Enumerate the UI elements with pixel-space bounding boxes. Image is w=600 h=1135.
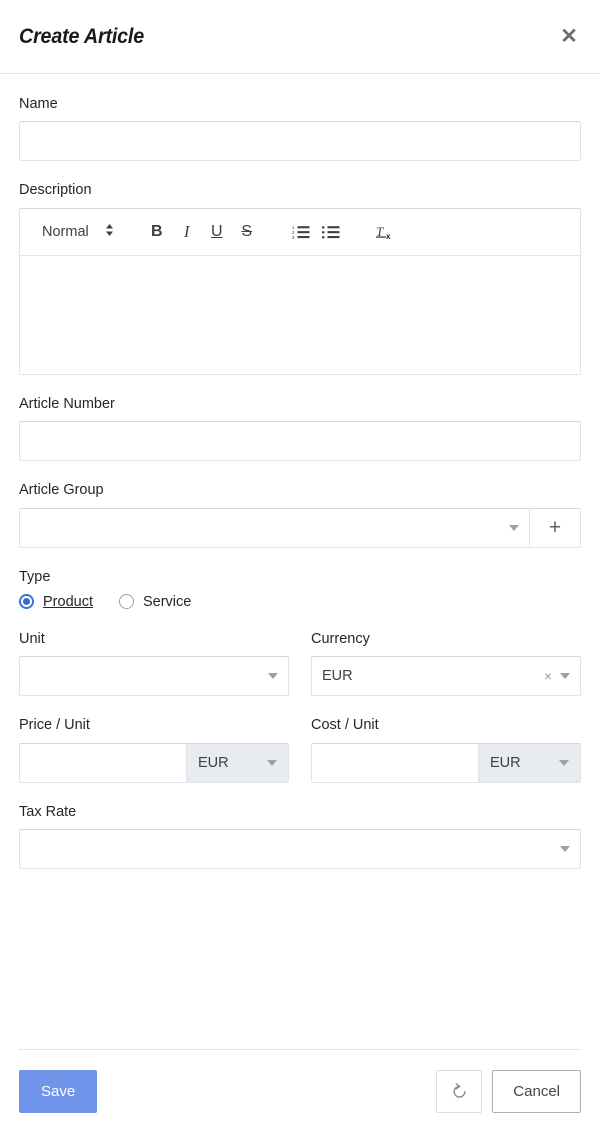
strikethrough-button[interactable]: S	[232, 216, 262, 248]
price-currency-value: EUR	[198, 754, 229, 771]
bold-button[interactable]: B	[142, 216, 172, 248]
field-price-per-unit: Price / Unit EUR	[19, 717, 289, 783]
field-description: Description Normal B I U S 1 2 3 T x	[19, 182, 581, 375]
row-price-cost: Price / Unit EUR Cost / Unit EUR	[19, 717, 581, 783]
svg-text:x: x	[386, 232, 391, 241]
price-per-unit-label: Price / Unit	[19, 717, 90, 734]
type-label: Type	[19, 568, 51, 585]
radio-mark-service	[118, 594, 134, 610]
field-name: Name	[19, 96, 581, 162]
dialog-body: Name Description Normal B I U S 1 2 3 T …	[0, 74, 600, 1041]
radio-label-service: Service	[142, 593, 192, 610]
editor-toolbar: Normal B I U S 1 2 3 T x	[20, 209, 580, 256]
description-editor: Normal B I U S 1 2 3 T x	[19, 207, 581, 375]
svg-text:3: 3	[292, 235, 295, 240]
clear-format-icon[interactable]: T x	[370, 216, 400, 248]
price-input-group: EUR	[19, 742, 289, 783]
currency-select[interactable]: EUR ×	[311, 656, 581, 697]
chevron-down-icon	[509, 524, 519, 531]
radio-option-product[interactable]: Product	[19, 594, 93, 610]
updown-chevron-icon	[105, 223, 114, 241]
field-tax-rate: Tax Rate	[19, 803, 581, 870]
clear-currency-icon[interactable]: ×	[544, 669, 552, 683]
name-label: Name	[19, 96, 58, 112]
price-currency-select[interactable]: EUR	[186, 742, 289, 783]
page-title: Create Article	[19, 24, 145, 48]
unit-label: Unit	[19, 630, 45, 647]
cost-input-group: EUR	[311, 742, 581, 783]
field-type: Type Product Service	[19, 569, 581, 610]
cost-currency-select[interactable]: EUR	[478, 742, 581, 783]
chevron-down-icon	[560, 846, 570, 853]
article-group-input-group: +	[19, 507, 581, 548]
tax-rate-select[interactable]	[19, 829, 581, 870]
bullet-list-icon[interactable]	[316, 216, 346, 248]
italic-button[interactable]: I	[172, 216, 202, 248]
format-picker-label: Normal	[42, 223, 89, 240]
ordered-list-icon[interactable]: 1 2 3	[286, 216, 316, 248]
radio-option-service[interactable]: Service	[118, 593, 192, 610]
undo-icon[interactable]	[436, 1070, 483, 1113]
type-radio-group: Product Service	[19, 594, 581, 610]
field-currency: Currency EUR ×	[311, 630, 581, 697]
name-input[interactable]	[19, 121, 581, 162]
currency-label: Currency	[311, 630, 370, 647]
chevron-down-icon	[560, 673, 570, 680]
description-textarea[interactable]	[20, 255, 580, 374]
chevron-down-icon	[268, 673, 278, 680]
price-per-unit-input[interactable]	[19, 742, 186, 783]
dialog-footer: Save Cancel	[0, 1050, 600, 1135]
radio-label-product: Product	[43, 593, 93, 610]
dialog-header: Create Article ✕	[0, 0, 600, 74]
underline-button[interactable]: U	[202, 216, 232, 248]
cancel-button[interactable]: Cancel	[492, 1070, 581, 1113]
article-group-label: Article Group	[19, 482, 104, 499]
chevron-down-icon	[267, 759, 277, 766]
field-unit: Unit	[19, 630, 289, 697]
cost-per-unit-input[interactable]	[311, 742, 478, 783]
article-number-input[interactable]	[19, 421, 581, 462]
article-group-select[interactable]	[19, 507, 530, 548]
save-button[interactable]: Save	[19, 1070, 98, 1113]
add-article-group-button[interactable]: +	[529, 507, 581, 548]
cost-currency-value: EUR	[490, 754, 521, 771]
row-unit-currency: Unit Currency EUR ×	[19, 630, 581, 697]
cost-per-unit-label: Cost / Unit	[311, 717, 379, 734]
field-article-number: Article Number	[19, 395, 581, 462]
create-article-dialog: Create Article ✕ Name Description Normal	[0, 0, 600, 1135]
description-label: Description	[19, 182, 92, 199]
unit-select[interactable]	[19, 656, 289, 697]
radio-mark-product	[19, 594, 34, 610]
chevron-down-icon	[559, 759, 569, 766]
tax-rate-label: Tax Rate	[19, 803, 77, 820]
close-icon[interactable]: ✕	[555, 23, 583, 51]
field-article-group: Article Group +	[19, 482, 581, 548]
field-cost-per-unit: Cost / Unit EUR	[311, 717, 581, 783]
article-number-label: Article Number	[19, 395, 115, 412]
currency-value: EUR	[322, 668, 353, 685]
format-picker[interactable]: Normal	[28, 216, 124, 248]
footer-actions: Cancel	[436, 1070, 581, 1113]
